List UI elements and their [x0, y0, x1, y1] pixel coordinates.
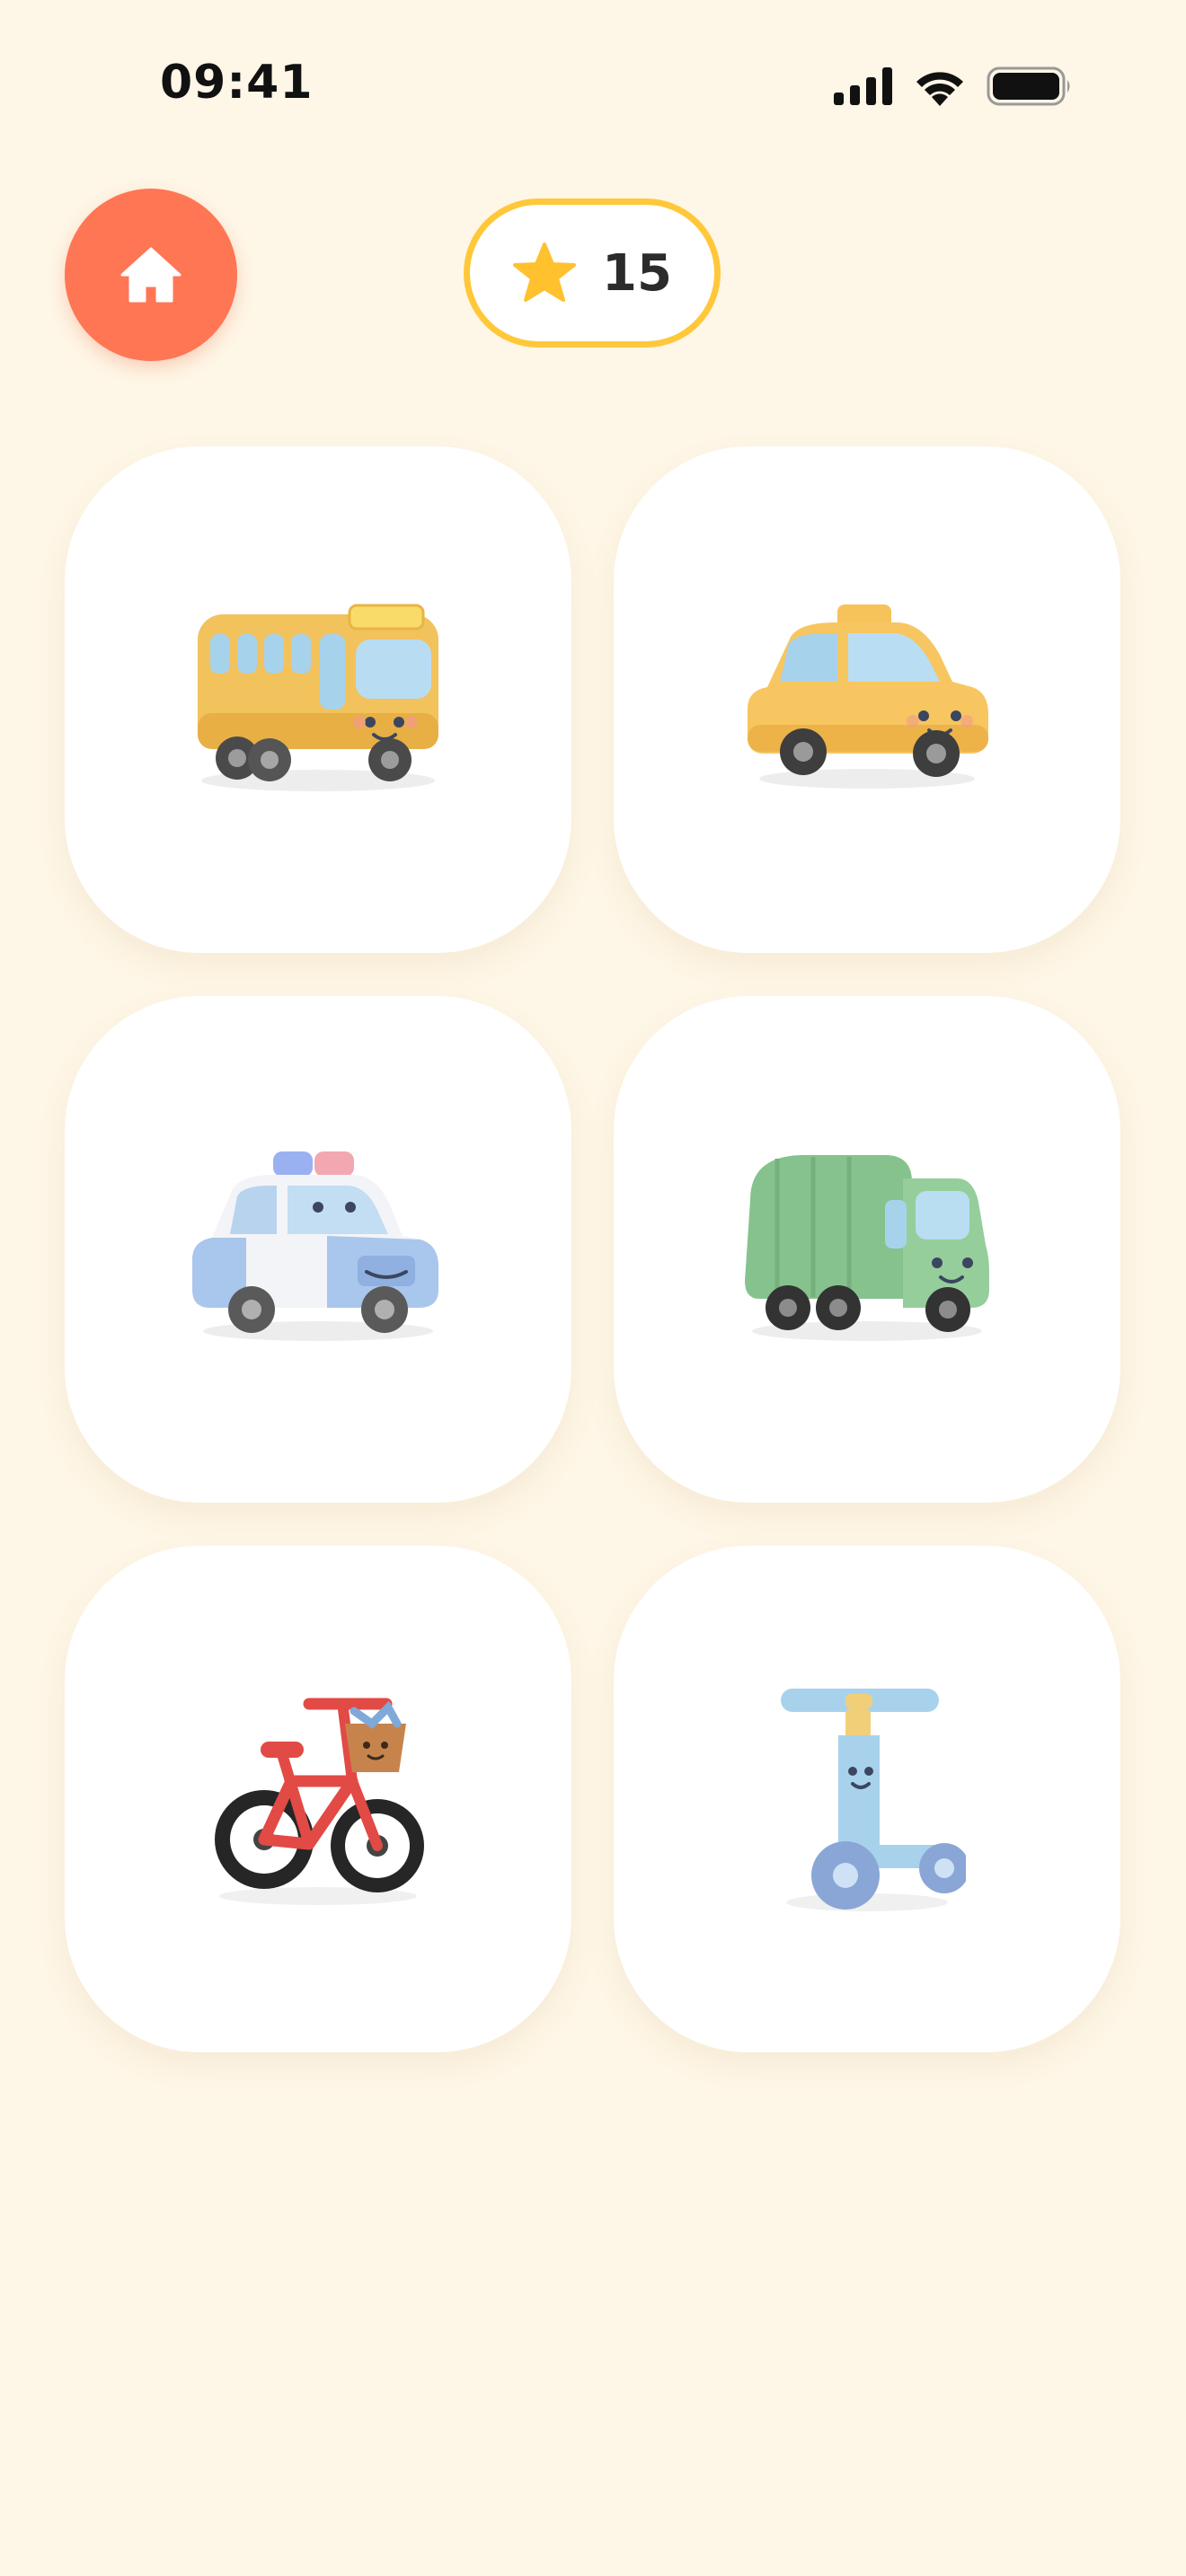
wifi-icon — [916, 72, 963, 106]
vehicle-picker-screen: 09:41 15 — [0, 0, 1186, 2576]
garbage-truck-icon — [745, 1155, 989, 1341]
star-icon — [513, 243, 577, 302]
status-time: 09:41 — [160, 56, 314, 110]
scooter-icon — [781, 1689, 966, 1911]
star-score-counter: 15 — [464, 198, 721, 348]
bicycle-icon — [215, 1698, 424, 1905]
status-icons — [834, 66, 1073, 106]
vehicle-card-bus[interactable] — [65, 446, 571, 953]
vehicle-card-taxi[interactable] — [614, 446, 1120, 953]
taxi-icon — [748, 604, 988, 789]
cellular-signal-icon — [834, 67, 892, 105]
bus-icon — [198, 604, 438, 791]
police-car-icon — [192, 1151, 438, 1341]
star-count: 15 — [602, 243, 672, 303]
vehicle-card-scooter[interactable] — [614, 1546, 1120, 2052]
home-icon — [120, 247, 181, 303]
vehicle-card-garbage-truck[interactable] — [614, 996, 1120, 1503]
vehicle-card-police-car[interactable] — [65, 996, 571, 1503]
vehicle-card-bicycle[interactable] — [65, 1546, 571, 2052]
home-button[interactable] — [65, 189, 237, 361]
battery-icon — [987, 66, 1070, 106]
